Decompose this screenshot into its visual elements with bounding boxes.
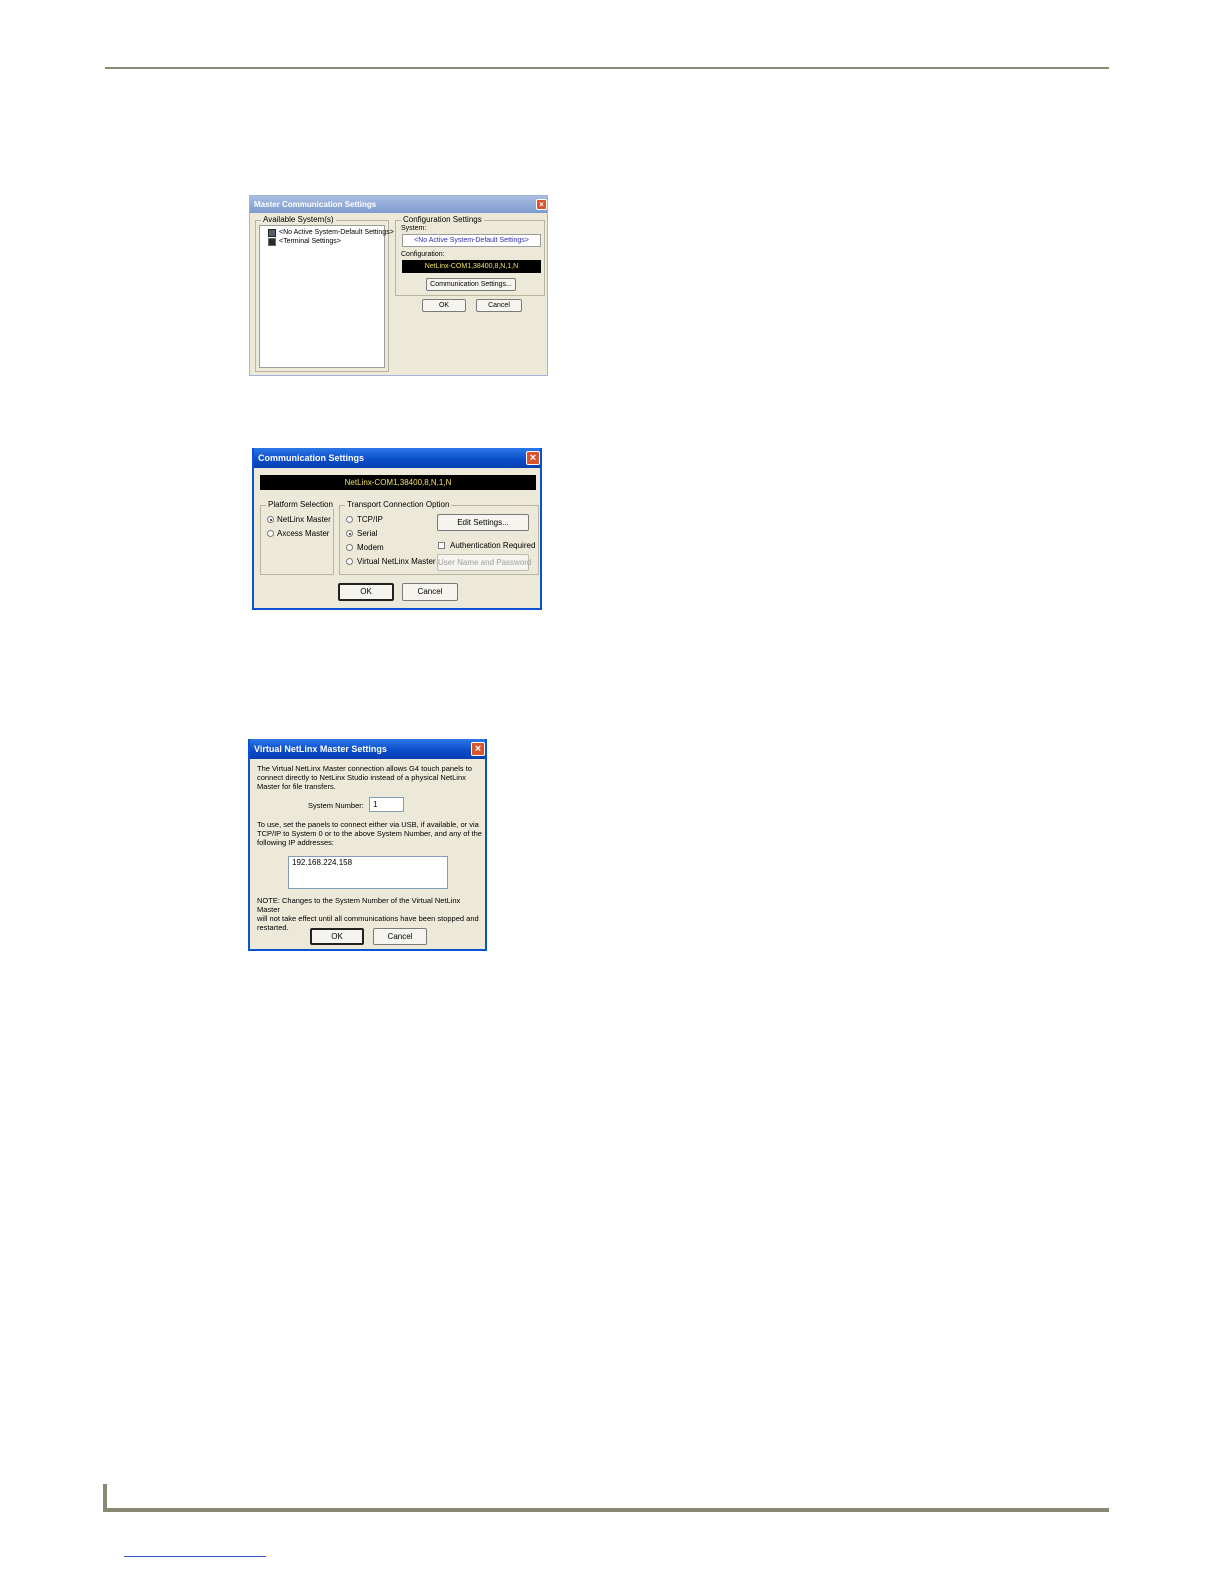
platform-selection-label: Platform Selection [266, 500, 335, 509]
authentication-required-label: Authentication Required [450, 541, 536, 550]
configuration-settings-group: Configuration Settings System: <No Activ… [395, 215, 545, 296]
modem-label: Modem [357, 543, 384, 552]
virtual-netlinx-master-radio[interactable] [346, 558, 353, 565]
dialog1-title: Master Communication Settings [254, 200, 377, 209]
netlinx-master-radio[interactable] [267, 516, 274, 523]
instructions-line: following IP addresses: [257, 838, 334, 847]
communication-settings-dialog: Communication Settings × NetLinx-COM1,38… [252, 448, 542, 610]
ip-address-item[interactable]: 192.168.224.158 [292, 858, 447, 867]
configuration-value: NetLinx-COM1,38400,8,N,1,N [424, 263, 519, 270]
footer-rule [105, 1508, 1109, 1512]
serial-label: Serial [357, 529, 378, 538]
dialog1-titlebar[interactable]: Master Communication Settings [250, 196, 547, 213]
ip-address-list[interactable]: 192.168.224.158 [288, 856, 448, 889]
dialog1-cancel-button[interactable]: Cancel [476, 299, 522, 312]
dialog3-title: Virtual NetLinx Master Settings [254, 744, 387, 754]
intro-line: The Virtual NetLinx Master connection al… [257, 764, 472, 773]
dialog2-close-icon[interactable]: × [526, 451, 540, 465]
modem-radio[interactable] [346, 544, 353, 551]
system-value: <No Active System-Default Settings> [414, 237, 529, 244]
tcp-ip-label: TCP/IP [357, 515, 383, 524]
transport-connection-label: Transport Connection Option [345, 500, 452, 509]
axcess-master-radio[interactable] [267, 530, 274, 537]
header-rule [105, 67, 1109, 69]
system-icon [268, 229, 276, 237]
platform-selection-group: Platform Selection NetLinx Master Axcess… [260, 500, 335, 575]
virtual-netlinx-master-settings-dialog: Virtual NetLinx Master Settings × The Vi… [248, 739, 487, 951]
dialog2-title: Communication Settings [258, 453, 365, 463]
dialog3-close-icon[interactable]: × [471, 742, 485, 756]
system-number-value: 1 [373, 800, 378, 809]
note-text: NOTE: Changes to the System Number of th… [257, 896, 485, 932]
configuration-label: Configuration: [401, 251, 445, 258]
authentication-required-checkbox[interactable] [438, 542, 445, 549]
intro-text: The Virtual NetLinx Master connection al… [257, 764, 472, 791]
configuration-field: NetLinx-COM1,38400,8,N,1,N [402, 260, 541, 273]
terminal-icon [268, 238, 276, 246]
master-communication-settings-dialog: Master Communication Settings × Availabl… [249, 195, 548, 376]
system-label: System: [401, 225, 427, 232]
note-line: will not take effect until all communica… [257, 914, 479, 923]
virtual-netlinx-master-label: Virtual NetLinx Master [357, 557, 436, 566]
system-number-label: System Number: [308, 801, 364, 810]
system-field: <No Active System-Default Settings> [402, 234, 541, 247]
instructions-text: To use, set the panels to connect either… [257, 820, 482, 847]
user-name-password-button[interactable]: User Name and Password [437, 554, 531, 571]
dialog1-close-icon[interactable]: × [536, 199, 547, 210]
communication-settings-button[interactable]: Communication Settings... [426, 278, 516, 291]
dialog1-ok-button[interactable]: OK [422, 299, 466, 312]
footer-link-underline[interactable] [124, 1556, 266, 1557]
intro-line: connect directly to NetLinx Studio inste… [257, 773, 466, 782]
dialog3-cancel-button[interactable]: Cancel [373, 928, 427, 945]
available-systems-label: Available System(s) [261, 215, 336, 224]
dialog2-titlebar[interactable]: Communication Settings [254, 448, 540, 468]
dialog3-titlebar[interactable]: Virtual NetLinx Master Settings [250, 739, 485, 759]
dialog2-cancel-button[interactable]: Cancel [402, 583, 458, 601]
dialog2-ok-button[interactable]: OK [338, 583, 394, 601]
intro-line: Master for file transfers. [257, 782, 336, 791]
systems-tree[interactable]: <No Active System-Default Settings> <Ter… [259, 225, 394, 368]
transport-connection-group: Transport Connection Option TCP/IP Seria… [339, 500, 539, 575]
netlinx-master-label: NetLinx Master [277, 515, 331, 524]
note-line: NOTE: Changes to the System Number of th… [257, 896, 461, 914]
tree-item-label: <Terminal Settings> [279, 238, 341, 245]
serial-radio[interactable] [346, 530, 353, 537]
connection-status-value: NetLinx-COM1,38400,8,N,1,N [344, 478, 452, 487]
edit-settings-button[interactable]: Edit Settings... [437, 514, 529, 531]
tree-item-label: <No Active System-Default Settings> [279, 229, 394, 236]
instructions-line: To use, set the panels to connect either… [257, 820, 479, 829]
configuration-settings-label: Configuration Settings [401, 215, 484, 224]
system-number-input[interactable]: 1 [369, 797, 404, 812]
instructions-line: TCP/IP to System 0 or to the above Syste… [257, 829, 482, 838]
connection-status-bar: NetLinx-COM1,38400,8,N,1,N [260, 475, 536, 490]
axcess-master-label: Axcess Master [277, 529, 330, 538]
available-systems-group: Available System(s) <No Active System-De… [255, 215, 394, 372]
dialog3-ok-button[interactable]: OK [310, 928, 364, 945]
note-line: restarted. [257, 923, 289, 932]
tcp-ip-radio[interactable] [346, 516, 353, 523]
